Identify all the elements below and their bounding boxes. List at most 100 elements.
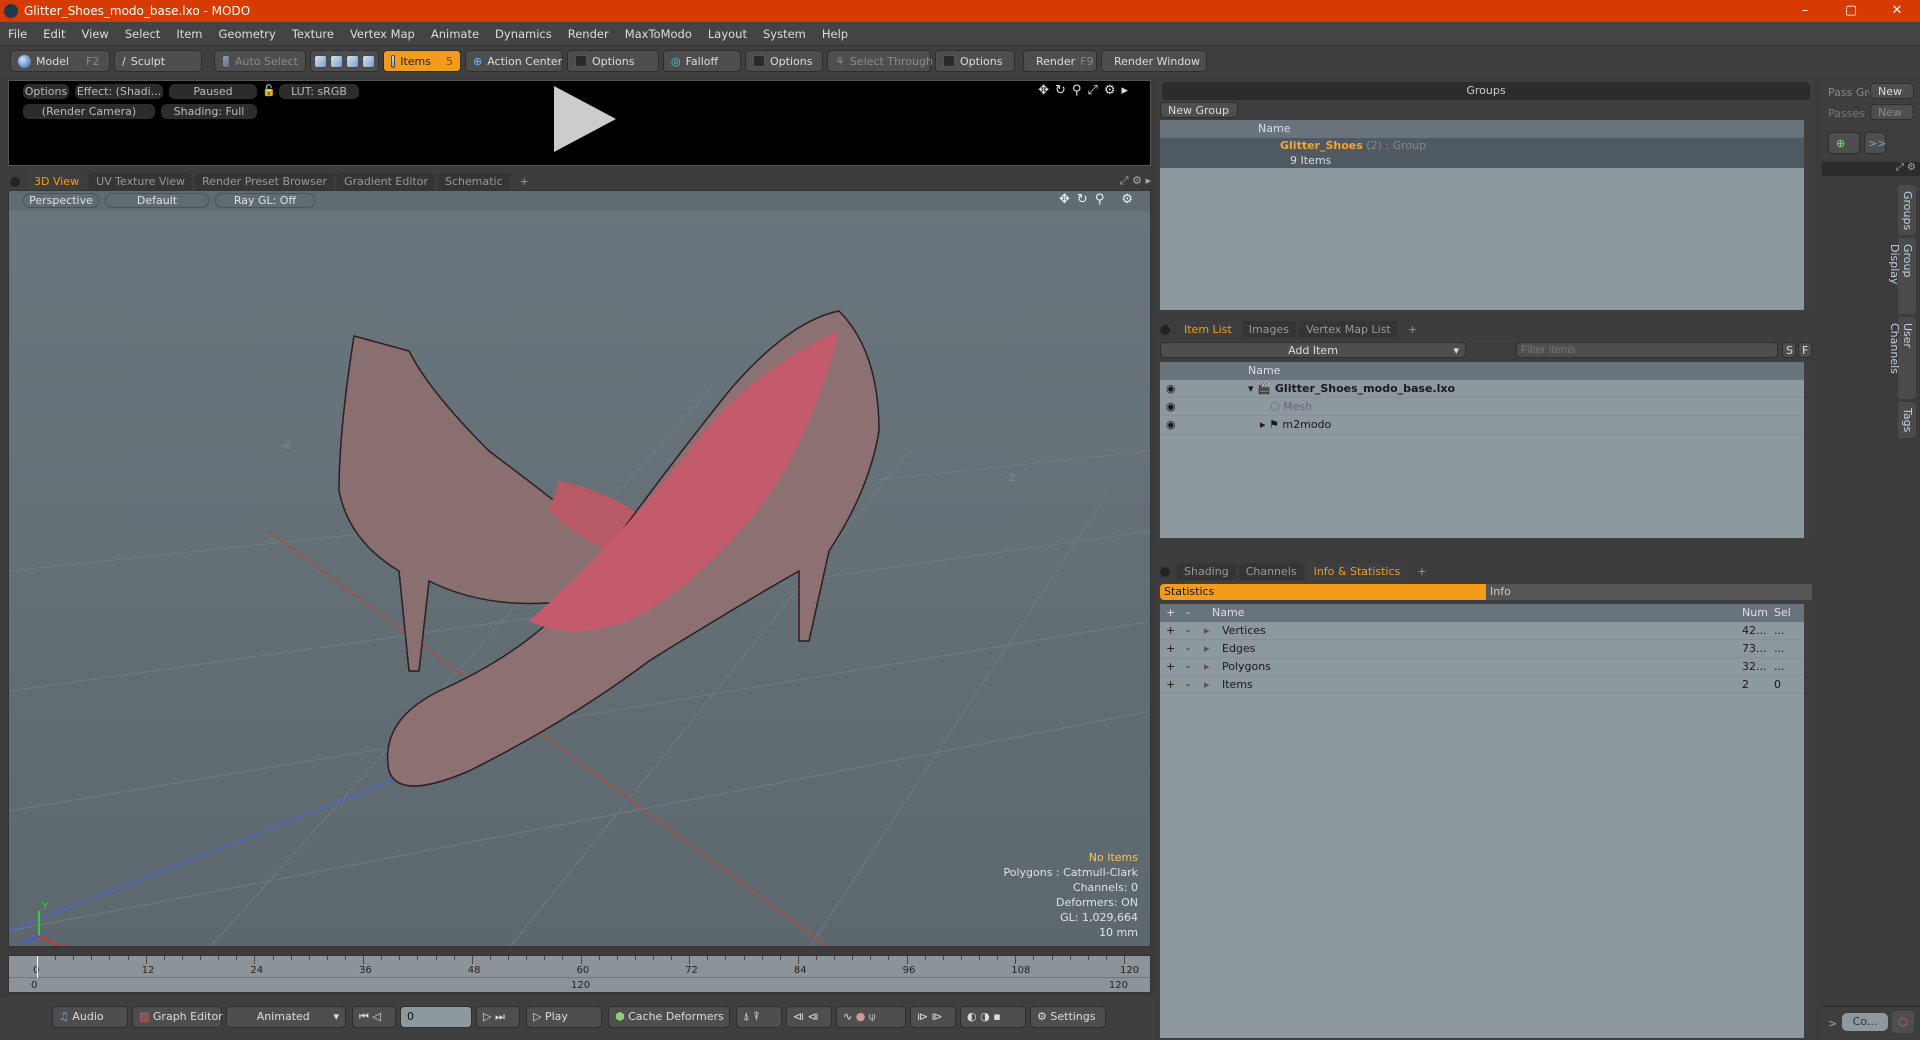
polygons-mode-icon[interactable] bbox=[346, 54, 359, 68]
plus-icon[interactable]: + bbox=[1166, 622, 1175, 640]
new-pass-button[interactable]: New bbox=[1870, 104, 1914, 120]
key-up-icon[interactable]: ⍋ bbox=[743, 1010, 750, 1023]
menu-geometry[interactable]: Geometry bbox=[211, 27, 284, 41]
minimize-button[interactable]: – bbox=[1782, 0, 1828, 22]
gear-icon[interactable]: ⚙ bbox=[1104, 83, 1122, 98]
minus-icon[interactable]: - bbox=[1186, 622, 1190, 640]
record-buttons[interactable]: ∿ ● ⍦ bbox=[836, 1006, 906, 1028]
key-option3-icon[interactable]: ▪ bbox=[993, 1010, 1000, 1023]
plus-icon[interactable]: + bbox=[1166, 658, 1175, 676]
command-input[interactable]: Co... bbox=[1842, 1013, 1888, 1031]
menu-select[interactable]: Select bbox=[117, 27, 168, 41]
tab-render-preset-browser[interactable]: Render Preset Browser bbox=[195, 173, 335, 190]
info-tab[interactable]: Info bbox=[1486, 584, 1812, 600]
key-option2-icon[interactable]: ◑ bbox=[980, 1010, 990, 1023]
key-option1-icon[interactable]: ◐ bbox=[967, 1010, 977, 1023]
select-through-button[interactable]: ⚘ Select Through bbox=[827, 50, 933, 72]
filter-items-input[interactable] bbox=[1516, 342, 1778, 358]
name-column-header[interactable]: Name bbox=[1248, 364, 1280, 377]
graph-editor-button[interactable]: ▨ Graph Editor bbox=[132, 1006, 223, 1028]
tab-item-list[interactable]: Item List bbox=[1177, 321, 1239, 338]
play-button[interactable]: ▷ Play bbox=[526, 1006, 602, 1028]
menu-animate[interactable]: Animate bbox=[423, 27, 487, 41]
lut-dropdown[interactable]: LUT: sRGB bbox=[279, 84, 359, 99]
shading-dropdown[interactable]: Shading: Full bbox=[161, 104, 257, 119]
tab-vertex-map-list[interactable]: Vertex Map List bbox=[1298, 321, 1398, 338]
cache-deformers-button[interactable]: ⬢ Cache Deformers bbox=[608, 1006, 730, 1028]
tab-uv-texture-view[interactable]: UV Texture View bbox=[89, 173, 193, 190]
maximize-icon[interactable]: ⤢ bbox=[1120, 174, 1129, 187]
stats-row-vertices[interactable]: + - ▸ Vertices 42...... bbox=[1160, 622, 1804, 640]
auto-select-button[interactable]: Auto Select bbox=[214, 50, 306, 72]
zoom-icon[interactable]: ⚲ bbox=[1095, 192, 1112, 207]
settings-button[interactable]: ⚙ Settings bbox=[1030, 1006, 1106, 1028]
add-tab-button[interactable]: + bbox=[1401, 321, 1424, 338]
menu-layout[interactable]: Layout bbox=[700, 27, 755, 41]
model-mode-button[interactable]: Model F2 bbox=[10, 50, 110, 72]
group-row[interactable]: Glitter_Shoes (2) : Group 9 Items bbox=[1160, 138, 1804, 168]
add-tab-button[interactable]: + bbox=[513, 173, 536, 190]
style-dropdown[interactable]: Default bbox=[105, 193, 209, 208]
skip-start-icon[interactable]: ⏮ bbox=[359, 1010, 369, 1023]
minus-icon[interactable]: - bbox=[1186, 658, 1190, 676]
expand-arrow-icon[interactable]: ▸ bbox=[1204, 658, 1210, 676]
tab-3d-view[interactable]: 3D View bbox=[27, 173, 87, 190]
gear-icon[interactable]: ⚙ bbox=[1121, 192, 1140, 207]
stats-row-items[interactable]: + - ▸ Items 2 0 bbox=[1160, 676, 1804, 694]
side-tab-tags[interactable]: Tags bbox=[1898, 402, 1916, 438]
gear-icon[interactable]: ⚙ bbox=[1132, 174, 1142, 187]
tab-gradient-editor[interactable]: Gradient Editor bbox=[337, 173, 435, 190]
audio-button[interactable]: ♫ Audio bbox=[52, 1006, 128, 1028]
side-tab-user-channels[interactable]: User Channels bbox=[1888, 317, 1916, 399]
list-item[interactable]: ◉ ⬡ Mesh bbox=[1160, 398, 1804, 416]
next-key2-icon[interactable]: ⧐ bbox=[932, 1010, 943, 1023]
jump-start-buttons[interactable]: ⏮ ◁ bbox=[352, 1006, 396, 1028]
sculpt-mode-button[interactable]: ∕ Sculpt bbox=[114, 50, 202, 72]
menu-render[interactable]: Render bbox=[560, 27, 617, 41]
action-center-options-button[interactable]: Options bbox=[567, 50, 659, 72]
list-item[interactable]: ◉ ▸ ⚑ m2modo bbox=[1160, 416, 1804, 434]
tab-channels[interactable]: Channels bbox=[1238, 563, 1304, 580]
statistics-tab[interactable]: Statistics bbox=[1160, 584, 1486, 600]
eye-icon[interactable]: ◉ bbox=[1166, 398, 1176, 416]
prev-key2-icon[interactable]: ⧏ bbox=[808, 1010, 819, 1023]
menu-dynamics[interactable]: Dynamics bbox=[487, 27, 560, 41]
name-column-header[interactable]: Name bbox=[1258, 122, 1290, 135]
menu-edit[interactable]: Edit bbox=[35, 27, 73, 41]
jump-end-buttons[interactable]: ▷ ⏭ bbox=[476, 1006, 520, 1028]
play-preview-icon[interactable] bbox=[554, 86, 616, 152]
plus-icon[interactable]: + bbox=[1166, 676, 1175, 694]
new-pass-group-button[interactable]: New bbox=[1870, 83, 1914, 99]
timeline[interactable]: 01224364860728496108120 0 120 120 bbox=[8, 955, 1151, 993]
maximize-button[interactable]: ▢ bbox=[1828, 0, 1874, 22]
falloff-button[interactable]: ◎ Falloff bbox=[663, 50, 741, 72]
close-button[interactable]: ✕ bbox=[1874, 0, 1920, 22]
prev-key-icon[interactable]: ⧏ bbox=[793, 1010, 804, 1023]
tab-shading[interactable]: Shading bbox=[1177, 563, 1236, 580]
tab-info-statistics[interactable]: Info & Statistics bbox=[1306, 563, 1408, 580]
items-mode-button[interactable]: Items 5 bbox=[383, 50, 461, 72]
rotate-icon[interactable]: ↻ bbox=[1055, 83, 1072, 98]
add-tab-button[interactable]: + bbox=[1410, 563, 1433, 580]
sel-column-header[interactable]: Sel bbox=[1774, 604, 1791, 622]
new-group-button[interactable]: New Group bbox=[1160, 102, 1238, 118]
perspective-dropdown[interactable]: Perspective bbox=[23, 193, 99, 208]
animated-dropdown[interactable]: Animated ▾ bbox=[226, 1006, 346, 1028]
step-forward-icon[interactable]: ▷ bbox=[483, 1010, 491, 1023]
add-pass-icon[interactable]: ⊕ bbox=[1828, 132, 1860, 154]
plus-icon[interactable]: + bbox=[1166, 640, 1175, 658]
filter-s-button[interactable]: S bbox=[1782, 342, 1796, 358]
maximize-icon[interactable]: ⤢ bbox=[1896, 162, 1904, 173]
key-down-icon[interactable]: ⍒ bbox=[753, 1010, 760, 1023]
menu-item[interactable]: Item bbox=[168, 27, 210, 41]
prev-key-buttons[interactable]: ⧏ ⧏ bbox=[786, 1006, 832, 1028]
zoom-icon[interactable]: ⚲ bbox=[1072, 83, 1088, 98]
action-center-button[interactable]: ⊕ Action Center bbox=[465, 50, 563, 72]
minus-icon[interactable]: - bbox=[1186, 676, 1190, 694]
step-back-icon[interactable]: ◁ bbox=[372, 1010, 380, 1023]
stats-row-edges[interactable]: + - ▸ Edges 73...... bbox=[1160, 640, 1804, 658]
select-through-options-button[interactable]: Options bbox=[935, 50, 1015, 72]
tab-schematic[interactable]: Schematic bbox=[438, 173, 510, 190]
move-icon[interactable]: ✥ bbox=[1038, 83, 1055, 98]
menu-vertex-map[interactable]: Vertex Map bbox=[342, 27, 423, 41]
